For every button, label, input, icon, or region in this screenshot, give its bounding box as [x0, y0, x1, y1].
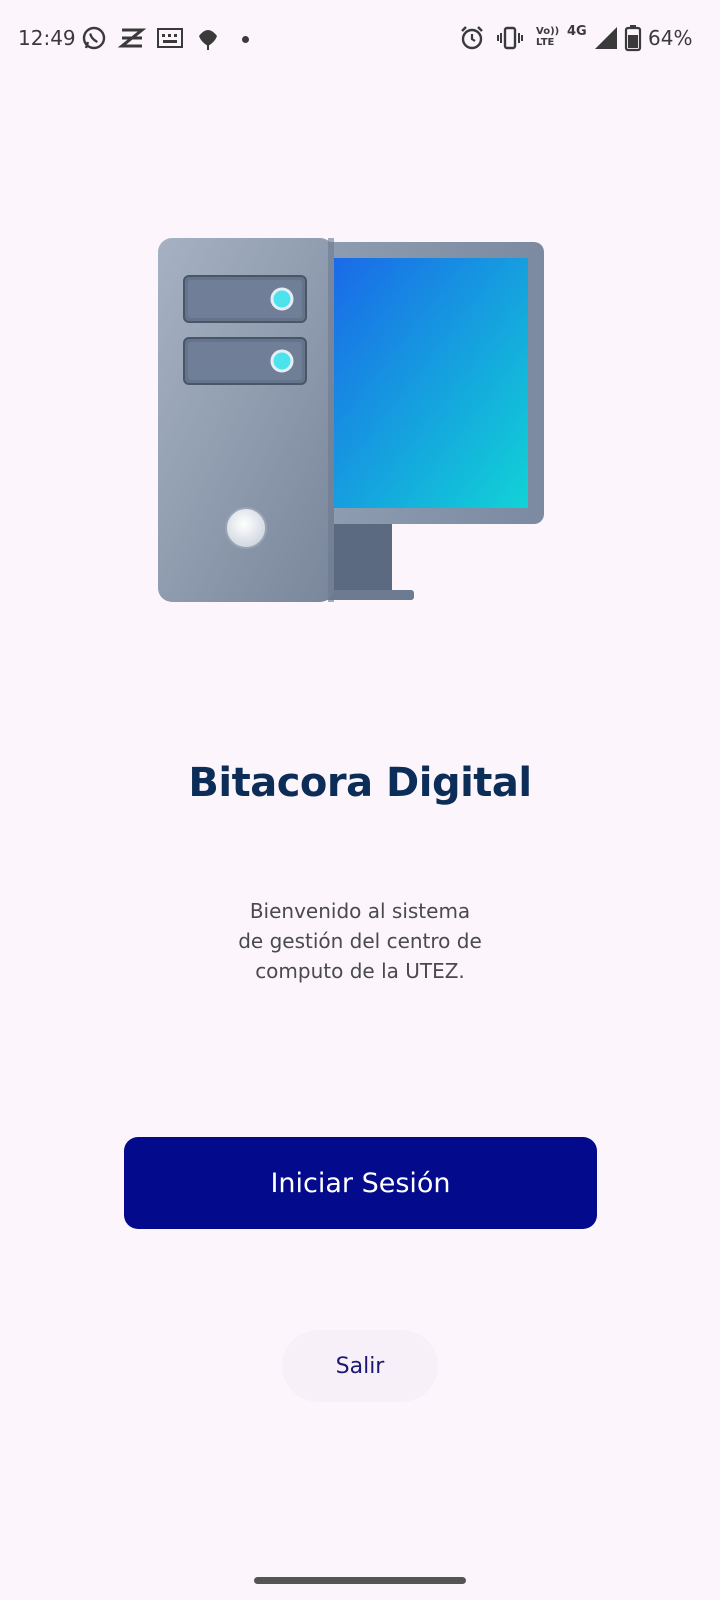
bug-icon — [194, 24, 222, 52]
exit-button[interactable]: Salir — [282, 1330, 438, 1402]
keyboard-icon — [156, 24, 184, 52]
status-bar: 12:49 Vo)) LTE 4G 64% — [0, 0, 720, 80]
login-button-label: Iniciar Sesión — [270, 1167, 451, 1199]
welcome-message: Bienvenido al sistema de gestión del cen… — [238, 899, 482, 983]
exit-button-label: Salir — [335, 1353, 385, 1379]
battery-icon — [624, 24, 642, 52]
app-title: Bitacora Digital — [188, 760, 532, 806]
status-time: 12:49 — [18, 26, 76, 50]
home-indicator[interactable] — [254, 1577, 466, 1584]
vibrate-icon — [496, 24, 524, 52]
dot-icon — [242, 36, 249, 43]
signal-icon — [592, 24, 620, 52]
whatsapp-icon — [80, 24, 108, 52]
login-button[interactable]: Iniciar Sesión — [124, 1137, 597, 1229]
network-type-label: 4G — [567, 24, 587, 39]
alarm-icon — [458, 24, 486, 52]
battery-percent: 64% — [648, 26, 693, 50]
volte-icon: Vo)) LTE — [536, 26, 560, 48]
capcut-icon — [118, 24, 146, 52]
desktop-computer-illustration — [158, 238, 558, 608]
